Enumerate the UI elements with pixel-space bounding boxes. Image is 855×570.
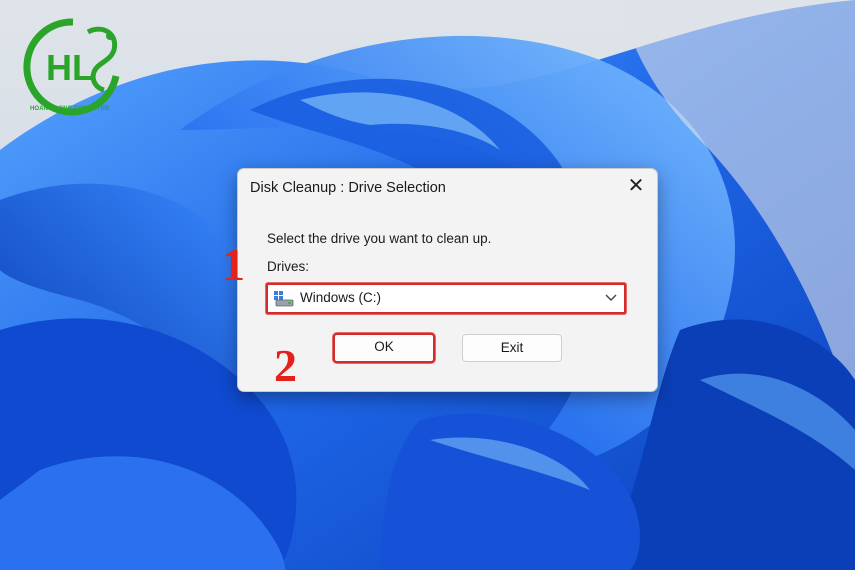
chevron-down-icon (605, 294, 617, 301)
ok-button[interactable]: OK (333, 333, 435, 363)
hard-drive-icon (274, 291, 294, 307)
brand-name: HOANG LONG COMPUTER (30, 106, 110, 112)
close-icon[interactable]: ✕ (625, 175, 647, 197)
exit-button[interactable]: Exit (462, 334, 562, 362)
step-2-marker: 2 (274, 340, 297, 391)
dialog-title: Disk Cleanup : Drive Selection (250, 180, 446, 196)
instruction-text: Select the drive you want to clean up. (267, 231, 492, 246)
disk-cleanup-dialog: Disk Cleanup : Drive Selection ✕ Select … (237, 168, 658, 392)
logo-letters: HL (46, 47, 94, 88)
selected-drive: Windows (C:) (300, 290, 382, 305)
drive-dropdown[interactable]: Windows (C:) (266, 283, 626, 314)
step-1-marker: 1 (222, 239, 245, 290)
drives-label: Drives: (267, 259, 310, 274)
